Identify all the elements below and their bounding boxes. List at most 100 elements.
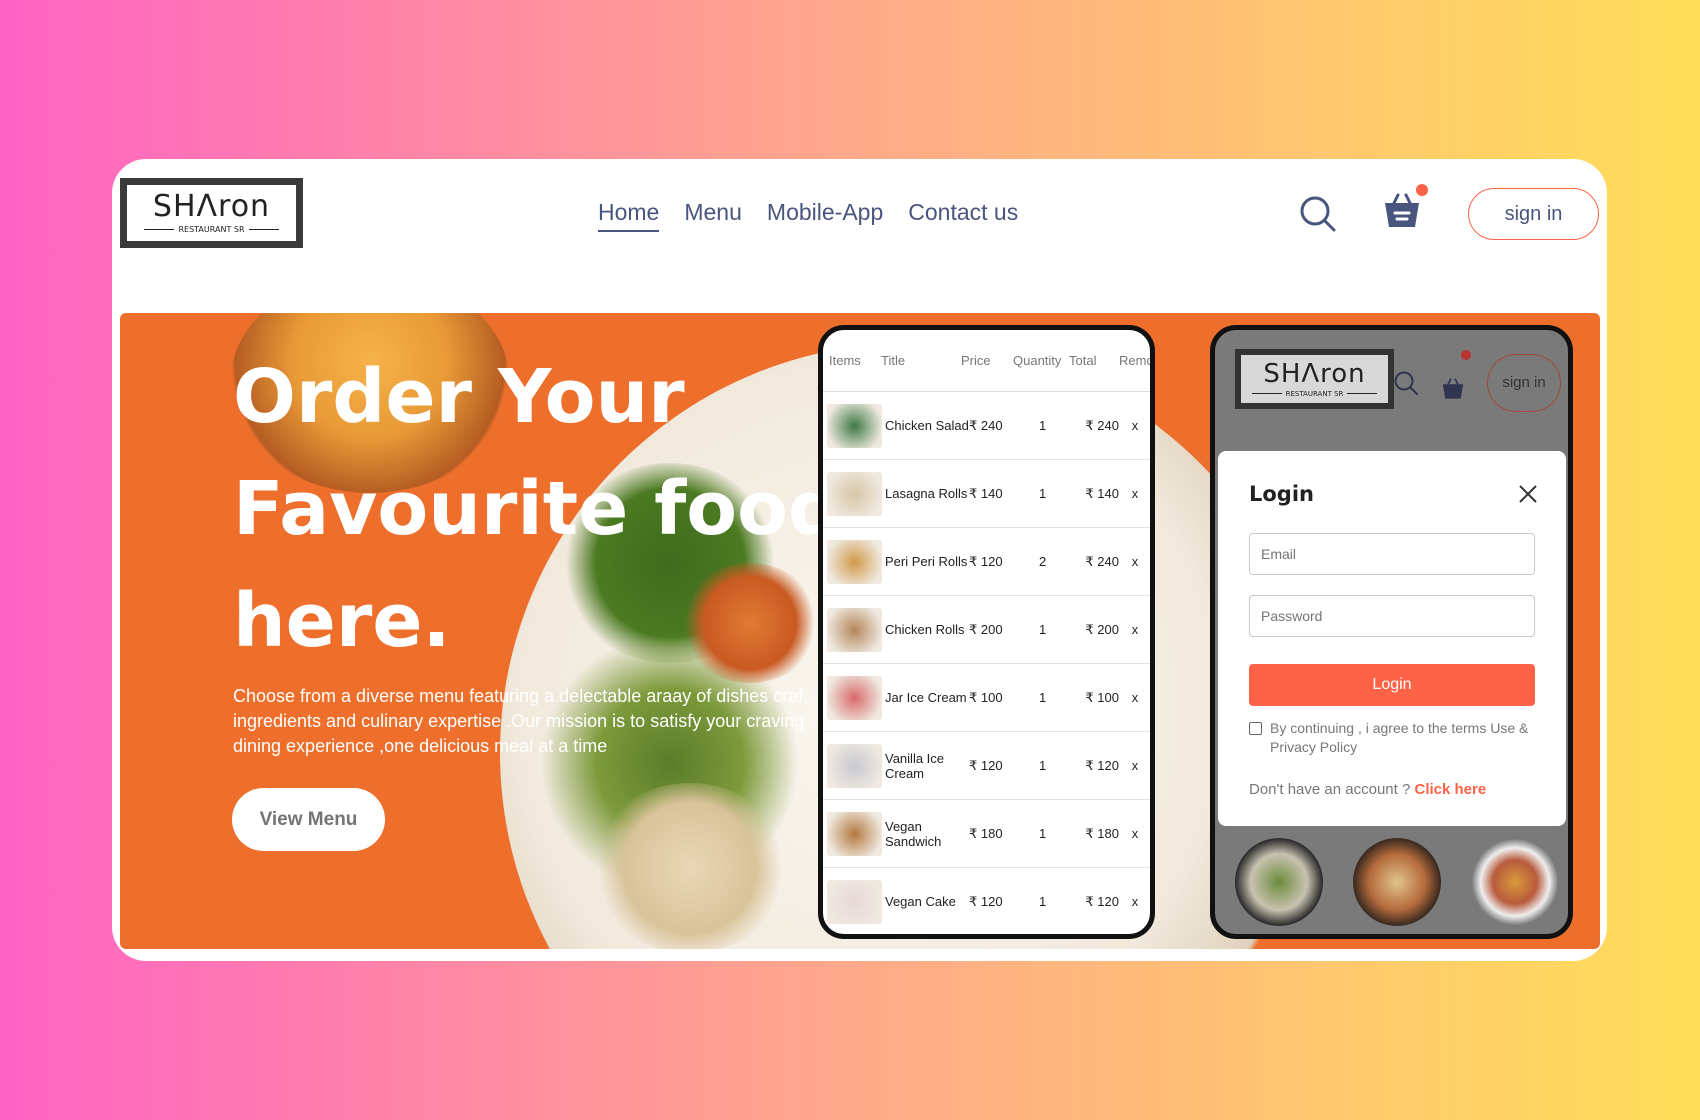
cart-phone-mockup: Items Title Price Quantity Total Remo Ch… — [818, 325, 1155, 939]
view-menu-button[interactable]: View Menu — [232, 788, 385, 851]
cart-row: Chicken Salad ₹ 240 1 ₹ 240 x — [823, 392, 1150, 460]
item-title: Chicken Rolls — [885, 622, 965, 637]
item-quantity: 1 — [1039, 690, 1047, 705]
cart-row: Peri Peri Rolls ₹ 120 2 ₹ 240 x — [823, 528, 1150, 596]
item-quantity: 1 — [1039, 894, 1047, 909]
item-total: ₹ 120 — [1085, 893, 1119, 909]
close-icon[interactable] — [1518, 484, 1538, 504]
logo-word: SHΛron — [152, 189, 271, 224]
dish-thumbnail[interactable] — [1471, 838, 1559, 926]
item-quantity: 1 — [1039, 758, 1047, 773]
item-price: ₹ 140 — [969, 485, 1003, 501]
item-thumbnail — [827, 743, 882, 788]
logo-subtitle: RESTAURANT SR — [144, 225, 278, 234]
item-quantity: 1 — [1039, 418, 1047, 433]
login-button[interactable]: Login — [1249, 664, 1535, 706]
cart-rows: Chicken Salad ₹ 240 1 ₹ 240 x Lasagna Rolls ₹ … — [823, 392, 1150, 934]
login-title: Login — [1249, 482, 1314, 506]
search-icon[interactable] — [1393, 370, 1419, 396]
login-phone-mockup: SHΛron RESTAURANT SR sign in Login Login… — [1210, 325, 1573, 939]
terms-row: By continuing , i agree to the terms Use… — [1249, 719, 1539, 757]
item-title: Chicken Salad — [885, 418, 969, 433]
remove-item-button[interactable]: x — [1125, 486, 1145, 501]
quinoa-image — [590, 783, 790, 949]
item-quantity: 1 — [1039, 826, 1047, 841]
signup-prompt: Don't have an account ? Click here — [1249, 781, 1486, 798]
cart-row: Vanilla Ice Cream ₹ 120 1 ₹ 120 x — [823, 732, 1150, 800]
search-icon[interactable] — [1299, 195, 1337, 233]
cart-row: Jar Ice Cream ₹ 100 1 ₹ 100 x — [823, 664, 1150, 732]
email-field[interactable] — [1249, 533, 1535, 575]
remove-item-button[interactable]: x — [1125, 418, 1145, 433]
item-total: ₹ 140 — [1085, 485, 1119, 501]
nav-contact-us[interactable]: Contact us — [908, 199, 1018, 232]
item-quantity: 2 — [1039, 554, 1047, 569]
mobile-logo-subtitle: RESTAURANT SR — [1252, 390, 1378, 398]
mobile-logo-word: SHΛron — [1263, 358, 1366, 389]
dish-thumbnail[interactable] — [1235, 838, 1323, 926]
main-nav: Home Menu Mobile-App Contact us — [598, 199, 1018, 232]
cart-row: Lasagna Rolls ₹ 140 1 ₹ 140 x — [823, 460, 1150, 528]
item-total: ₹ 240 — [1085, 417, 1119, 433]
item-total: ₹ 180 — [1085, 825, 1119, 841]
item-thumbnail — [827, 403, 882, 448]
signup-link[interactable]: Click here — [1414, 781, 1486, 798]
item-title: Peri Peri Rolls — [885, 554, 968, 569]
col-price: Price — [961, 353, 991, 368]
remove-item-button[interactable]: x — [1125, 622, 1145, 637]
item-price: ₹ 100 — [969, 689, 1003, 705]
nav-home[interactable]: Home — [598, 199, 660, 232]
dish-thumbnail[interactable] — [1353, 838, 1441, 926]
cart-row: Chicken Rolls ₹ 200 1 ₹ 200 x — [823, 596, 1150, 664]
item-total: ₹ 240 — [1085, 553, 1119, 569]
col-total: Total — [1069, 353, 1097, 368]
remove-item-button[interactable]: x — [1125, 758, 1145, 773]
remove-item-button[interactable]: x — [1125, 826, 1145, 841]
basket-icon[interactable] — [1441, 377, 1465, 401]
item-total: ₹ 100 — [1085, 689, 1119, 705]
cart-row: Vegan Sandwich ₹ 180 1 ₹ 180 x — [823, 800, 1150, 868]
item-price: ₹ 180 — [969, 825, 1003, 841]
item-total: ₹ 120 — [1085, 757, 1119, 773]
signup-prompt-text: Don't have an account ? — [1249, 781, 1411, 798]
cart-table-header: Items Title Price Quantity Total Remo — [823, 330, 1150, 392]
item-thumbnail — [827, 607, 882, 652]
hero-description: Choose from a diverse menu featuring a d… — [233, 686, 805, 756]
password-field[interactable] — [1249, 595, 1535, 637]
item-price: ₹ 120 — [969, 553, 1003, 569]
col-quantity: Quantity — [1013, 353, 1062, 368]
mobile-sign-in-button[interactable]: sign in — [1487, 354, 1561, 412]
item-price: ₹ 120 — [969, 757, 1003, 773]
logo[interactable]: SHΛron RESTAURANT SR — [120, 178, 303, 248]
login-popup: Login Login By continuing , i agree to t… — [1218, 451, 1566, 826]
cart-badge — [1416, 184, 1428, 196]
terms-checkbox[interactable] — [1249, 722, 1262, 735]
mobile-logo[interactable]: SHΛron RESTAURANT SR — [1235, 349, 1394, 409]
nav-mobile-app[interactable]: Mobile-App — [767, 199, 883, 232]
basket-icon[interactable] — [1382, 191, 1422, 231]
remove-item-button[interactable]: x — [1125, 690, 1145, 705]
cart-badge — [1461, 350, 1471, 360]
terms-text: By continuing , i agree to the terms Use… — [1270, 720, 1529, 755]
nav-menu[interactable]: Menu — [684, 199, 742, 232]
item-thumbnail — [827, 811, 882, 856]
item-price: ₹ 120 — [969, 893, 1003, 909]
item-title: Vegan Sandwich — [885, 818, 942, 849]
item-title: Lasagna Rolls — [885, 486, 968, 501]
item-thumbnail — [827, 539, 882, 584]
item-thumbnail — [827, 471, 882, 516]
item-quantity: 1 — [1039, 622, 1047, 637]
remove-item-button[interactable]: x — [1125, 894, 1145, 909]
item-title: Vanilla Ice Cream — [885, 750, 945, 781]
sign-in-button[interactable]: sign in — [1468, 188, 1599, 240]
item-title: Vegan Cake — [885, 894, 956, 909]
col-title: Title — [881, 353, 906, 368]
item-title: Jar Ice Cream — [885, 690, 967, 705]
col-items: Items — [829, 353, 861, 368]
item-price: ₹ 240 — [969, 417, 1003, 433]
item-thumbnail — [827, 675, 882, 720]
hero-title: Order Your Favourite food here. — [233, 354, 841, 664]
remove-item-button[interactable]: x — [1125, 554, 1145, 569]
item-total: ₹ 200 — [1085, 621, 1119, 637]
item-quantity: 1 — [1039, 486, 1047, 501]
